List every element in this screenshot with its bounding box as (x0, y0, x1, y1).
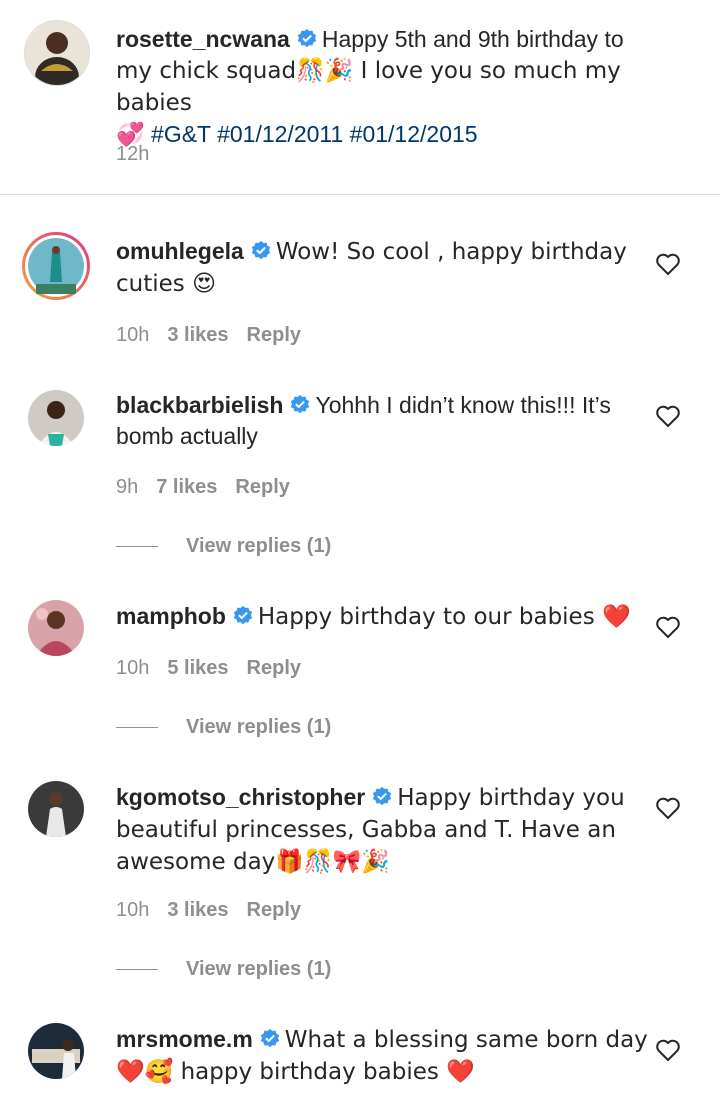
verified-badge-icon (291, 394, 310, 414)
comment-text: mamphob Happy birthday to our babies ❤️ (116, 601, 656, 633)
username[interactable]: mamphob (116, 603, 226, 629)
comment-time: 10h (116, 657, 150, 679)
comment-time: 10h (116, 899, 150, 921)
comment-text: omuhlegela Wow! So cool , happy birthday … (116, 236, 656, 300)
divider (116, 546, 158, 548)
username[interactable]: rosette_ncwana (116, 26, 290, 52)
avatar[interactable] (28, 390, 84, 446)
view-replies-button[interactable]: View replies (1) (116, 716, 331, 739)
comment-meta: 10h 3 likes Reply (116, 324, 319, 347)
username[interactable]: mrsmome.m (116, 1026, 253, 1052)
likes-count[interactable]: 7 likes (156, 476, 217, 498)
view-replies-button[interactable]: View replies (1) (116, 535, 331, 558)
like-heart-icon[interactable] (655, 796, 681, 820)
reply-button[interactable]: Reply (247, 657, 301, 679)
avatar[interactable] (22, 232, 90, 300)
caption-hashtags[interactable]: #G&T #01/12/2011 #01/12/2015 (151, 121, 478, 147)
comment-body: Happy birthday to our babies ❤️ (257, 604, 631, 630)
divider (0, 194, 720, 195)
reply-button[interactable]: Reply (247, 324, 301, 346)
likes-count[interactable]: 3 likes (167, 324, 228, 346)
verified-badge-icon (251, 240, 270, 260)
comment-text: kgomotso_christopher Happy birthday you b… (116, 782, 656, 878)
like-heart-icon[interactable] (655, 404, 681, 428)
caption-text: rosette_ncwana Happy 5th and 9th birthday… (116, 24, 656, 151)
comment-meta: 10h 3 likes Reply (116, 899, 319, 922)
comment-meta: 9h 7 likes Reply (116, 476, 308, 499)
verified-badge-icon (260, 1028, 279, 1048)
caption-line1: Happy 5th and 9th birthday to (321, 26, 624, 52)
comment-time: 10h (116, 324, 150, 346)
verified-badge-icon (297, 28, 317, 48)
comment-text: mrsmome.m What a blessing same born day ❤… (116, 1024, 656, 1088)
divider (116, 969, 158, 971)
username[interactable]: kgomotso_christopher (116, 784, 365, 810)
avatar[interactable] (28, 781, 84, 837)
reply-button[interactable]: Reply (247, 899, 301, 921)
avatar[interactable] (28, 1023, 84, 1079)
verified-badge-icon (233, 605, 253, 625)
caption-line2: my chick squad🎊🎉 I love you so much my b… (116, 58, 621, 116)
likes-count[interactable]: 3 likes (167, 899, 228, 921)
reply-button[interactable]: Reply (235, 476, 289, 498)
comment-time: 9h (116, 476, 139, 498)
avatar[interactable] (24, 20, 90, 86)
divider (116, 727, 158, 729)
like-heart-icon[interactable] (655, 252, 681, 276)
username[interactable]: omuhlegela (116, 238, 244, 264)
view-replies-button[interactable]: View replies (1) (116, 958, 331, 981)
username[interactable]: blackbarbielish (116, 392, 283, 418)
avatar[interactable] (28, 600, 84, 656)
like-heart-icon[interactable] (655, 615, 681, 639)
comment-meta: 10h 5 likes Reply (116, 657, 319, 680)
like-heart-icon[interactable] (655, 1038, 681, 1062)
caption-time: 12h (116, 143, 150, 165)
comment-text: blackbarbielish Yohhh I didn’t know this!… (116, 390, 656, 452)
likes-count[interactable]: 5 likes (167, 657, 228, 679)
verified-badge-icon (373, 786, 392, 806)
